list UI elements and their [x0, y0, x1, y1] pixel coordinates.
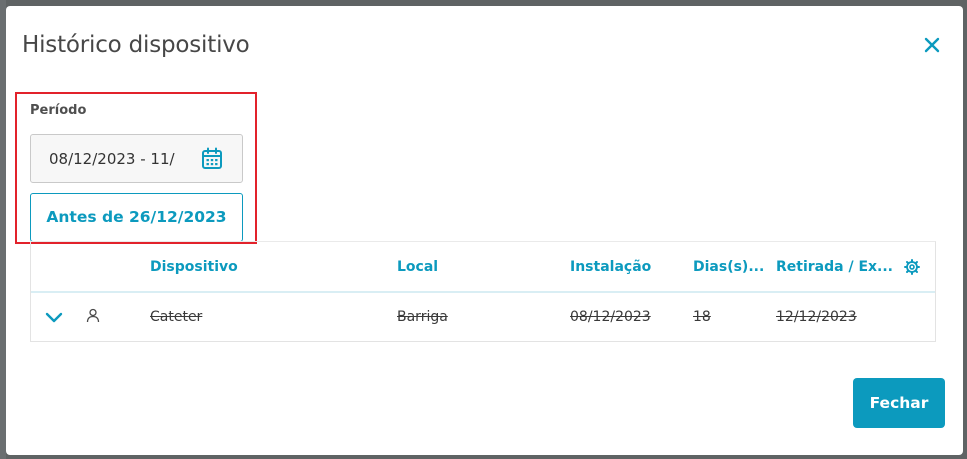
cell-local: Barriga: [397, 309, 448, 325]
periodo-label: Período: [30, 103, 87, 118]
column-header-instalacao[interactable]: Instalação: [570, 259, 651, 275]
fechar-button[interactable]: Fechar: [853, 378, 945, 428]
calendar-icon[interactable]: [201, 147, 223, 171]
column-header-dispositivo[interactable]: Dispositivo: [150, 259, 238, 275]
table-row[interactable]: Cateter Barriga 08/12/2023 18 12/12/2023: [31, 294, 935, 342]
historico-modal: Histórico dispositivo Período Antes de 2: [6, 6, 963, 455]
date-range-field[interactable]: [30, 134, 243, 183]
cell-retirada: 12/12/2023: [776, 309, 857, 325]
date-range-input[interactable]: [49, 147, 189, 171]
gear-icon[interactable]: [904, 259, 920, 275]
device-history-table: Dispositivo Local Instalação Dias(s)... …: [30, 241, 936, 342]
close-icon[interactable]: [921, 34, 943, 56]
cell-dispositivo: Cateter: [150, 309, 203, 325]
antes-de-button[interactable]: Antes de 26/12/2023: [30, 193, 243, 242]
column-header-dias[interactable]: Dias(s)...: [693, 259, 764, 275]
cell-instalacao: 08/12/2023: [570, 309, 651, 325]
column-header-local[interactable]: Local: [397, 259, 438, 275]
modal-title: Histórico dispositivo: [22, 32, 250, 58]
chevron-down-icon[interactable]: [45, 310, 63, 324]
column-header-retirada[interactable]: Retirada / Ex...: [776, 259, 893, 275]
cell-dias: 18: [693, 309, 711, 325]
table-header: Dispositivo Local Instalação Dias(s)... …: [31, 242, 935, 293]
person-icon: [86, 308, 100, 324]
